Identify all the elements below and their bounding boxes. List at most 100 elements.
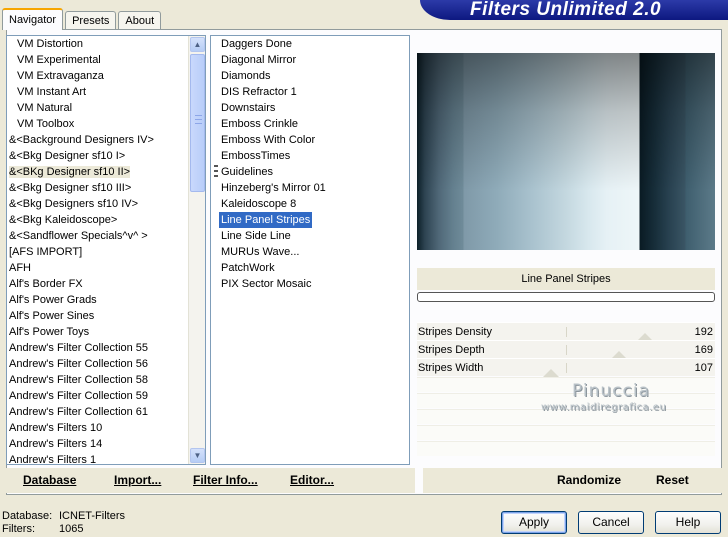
filter-item[interactable]: Diagonal Mirror: [211, 52, 409, 68]
randomize-button[interactable]: Randomize: [557, 473, 621, 487]
category-scrollbar[interactable]: ▲ ▼: [188, 36, 205, 464]
filter-item-label: EmbossTimes: [221, 150, 291, 162]
category-item[interactable]: VM Natural: [7, 100, 188, 116]
category-item[interactable]: &<Sandflower Specials^v^ >: [7, 228, 188, 244]
tab-presets[interactable]: Presets: [65, 11, 117, 30]
arrow-up-icon[interactable]: ▲: [190, 37, 205, 52]
category-item-label: Alf's Power Sines: [9, 310, 95, 322]
apply-button[interactable]: Apply: [501, 511, 567, 534]
category-item-label: VM Instant Art: [17, 86, 87, 98]
filter-item-label: Emboss With Color: [221, 134, 316, 146]
filter-list[interactable]: Daggers Done Diagonal Mirror Diamonds DIS R…: [210, 35, 410, 465]
param-stripes-width[interactable]: Stripes Width 107: [417, 358, 715, 377]
status-info: Database: ICNET-Filters Filters: 1065: [2, 510, 125, 536]
param-stripes-density[interactable]: Stripes Density 192: [417, 322, 715, 341]
filter-item[interactable]: Line Panel Stripes: [211, 212, 409, 228]
filter-item-label: Guidelines: [221, 166, 273, 178]
category-item[interactable]: &<BKg Designer sf10 II>: [7, 164, 188, 180]
filter-item-label: Emboss Crinkle: [221, 118, 299, 130]
category-item-label: &<Bkg Designer sf10 I>: [9, 150, 126, 162]
import-button[interactable]: Import...: [114, 473, 161, 487]
category-item[interactable]: Andrew's Filter Collection 61: [7, 404, 188, 420]
filter-item[interactable]: Kaleidoscope 8: [211, 196, 409, 212]
filter-item-label: Downstairs: [221, 102, 276, 114]
filter-item-label: Line Panel Stripes: [219, 212, 313, 228]
filter-item[interactable]: EmbossTimes: [211, 148, 409, 164]
category-item[interactable]: &<Background Designers IV>: [7, 132, 188, 148]
arrow-down-icon[interactable]: ▼: [190, 448, 205, 463]
category-item[interactable]: &<Bkg Kaleidoscope>: [7, 212, 188, 228]
category-item[interactable]: AFH: [7, 260, 188, 276]
category-item[interactable]: VM Toolbox: [7, 116, 188, 132]
filter-item-label: DIS Refractor 1: [221, 86, 297, 98]
category-list[interactable]: VM Distortion VM Experimental VM Extravaga…: [6, 35, 206, 465]
category-item[interactable]: Andrew's Filter Collection 56: [7, 356, 188, 372]
filter-item-label: PIX Sector Mosaic: [221, 278, 312, 290]
param-label: Stripes Width: [418, 362, 484, 374]
category-item[interactable]: Andrew's Filters 10: [7, 420, 188, 436]
filter-item[interactable]: PatchWork: [211, 260, 409, 276]
database-label: Database:: [2, 510, 53, 522]
filter-item-label: Daggers Done: [221, 38, 292, 50]
category-item-label: VM Distortion: [17, 38, 84, 50]
slider-thumb[interactable]: [543, 369, 560, 377]
scrollbar-thumb[interactable]: [190, 54, 205, 192]
tab-about[interactable]: About: [118, 11, 162, 30]
filter-info-button[interactable]: Filter Info...: [193, 473, 258, 487]
filter-item[interactable]: Diamonds: [211, 68, 409, 84]
filter-item[interactable]: Daggers Done: [211, 36, 409, 52]
slider-tick: [566, 345, 567, 355]
category-item[interactable]: Alf's Power Grads: [7, 292, 188, 308]
category-item[interactable]: VM Experimental: [7, 52, 188, 68]
category-item[interactable]: [AFS IMPORT]: [7, 244, 188, 260]
preview-shade: [417, 53, 715, 250]
grip-icon: [195, 115, 202, 124]
category-item-label: &<BKg Designer sf10 II>: [9, 166, 131, 178]
category-item[interactable]: Andrew's Filter Collection 55: [7, 340, 188, 356]
param-empty-row: [417, 377, 715, 392]
filter-item[interactable]: Hinzeberg's Mirror 01: [211, 180, 409, 196]
category-item-label: Alf's Power Grads: [9, 294, 97, 306]
category-item[interactable]: &<Bkg Designer sf10 I>: [7, 148, 188, 164]
category-item[interactable]: Andrew's Filter Collection 59: [7, 388, 188, 404]
param-value: 192: [694, 326, 713, 338]
category-item-label: Andrew's Filters 14: [9, 438, 103, 450]
category-item-label: Andrew's Filter Collection 59: [9, 390, 149, 402]
title-banner: Filters Unlimited 2.0: [420, 0, 728, 20]
filter-item[interactable]: Downstairs: [211, 100, 409, 116]
param-value: 169: [694, 344, 713, 356]
category-item-label: VM Experimental: [17, 54, 101, 66]
filter-item[interactable]: PIX Sector Mosaic: [211, 276, 409, 292]
database-button[interactable]: Database: [23, 473, 76, 487]
category-item[interactable]: &<Bkg Designer sf10 III>: [7, 180, 188, 196]
filter-item[interactable]: DIS Refractor 1: [211, 84, 409, 100]
category-item[interactable]: Alf's Power Toys: [7, 324, 188, 340]
category-item[interactable]: VM Instant Art: [7, 84, 188, 100]
category-item[interactable]: Alf's Border FX: [7, 276, 188, 292]
category-item[interactable]: VM Distortion: [7, 36, 188, 52]
watermark-url: www.maidiregrafica.eu: [541, 402, 667, 413]
param-stripes-depth[interactable]: Stripes Depth 169: [417, 340, 715, 359]
filter-item-label: Diamonds: [221, 70, 271, 82]
filter-item[interactable]: Emboss Crinkle: [211, 116, 409, 132]
category-item[interactable]: &<Bkg Designers sf10 IV>: [7, 196, 188, 212]
cancel-button[interactable]: Cancel: [578, 511, 644, 534]
category-item[interactable]: Andrew's Filters 1: [7, 452, 188, 464]
filter-item-label: Hinzeberg's Mirror 01: [221, 182, 326, 194]
category-item[interactable]: Andrew's Filters 14: [7, 436, 188, 452]
help-button[interactable]: Help: [655, 511, 721, 534]
database-value: ICNET-Filters: [59, 510, 125, 522]
category-item[interactable]: Alf's Power Sines: [7, 308, 188, 324]
editor-button[interactable]: Editor...: [290, 473, 334, 487]
category-item[interactable]: VM Extravaganza: [7, 68, 188, 84]
filter-item[interactable]: Line Side Line: [211, 228, 409, 244]
tab-navigator[interactable]: Navigator: [2, 8, 64, 30]
category-item[interactable]: Andrew's Filter Collection 58: [7, 372, 188, 388]
filter-item[interactable]: MURUs Wave...: [211, 244, 409, 260]
filter-item-label: MURUs Wave...: [221, 246, 300, 258]
category-item-label: &<Bkg Designers sf10 IV>: [9, 198, 139, 210]
filter-item[interactable]: Emboss With Color: [211, 132, 409, 148]
filter-item[interactable]: Guidelines: [211, 164, 409, 180]
category-list-items: VM Distortion VM Experimental VM Extravaga…: [7, 36, 188, 464]
reset-button[interactable]: Reset: [656, 473, 689, 487]
